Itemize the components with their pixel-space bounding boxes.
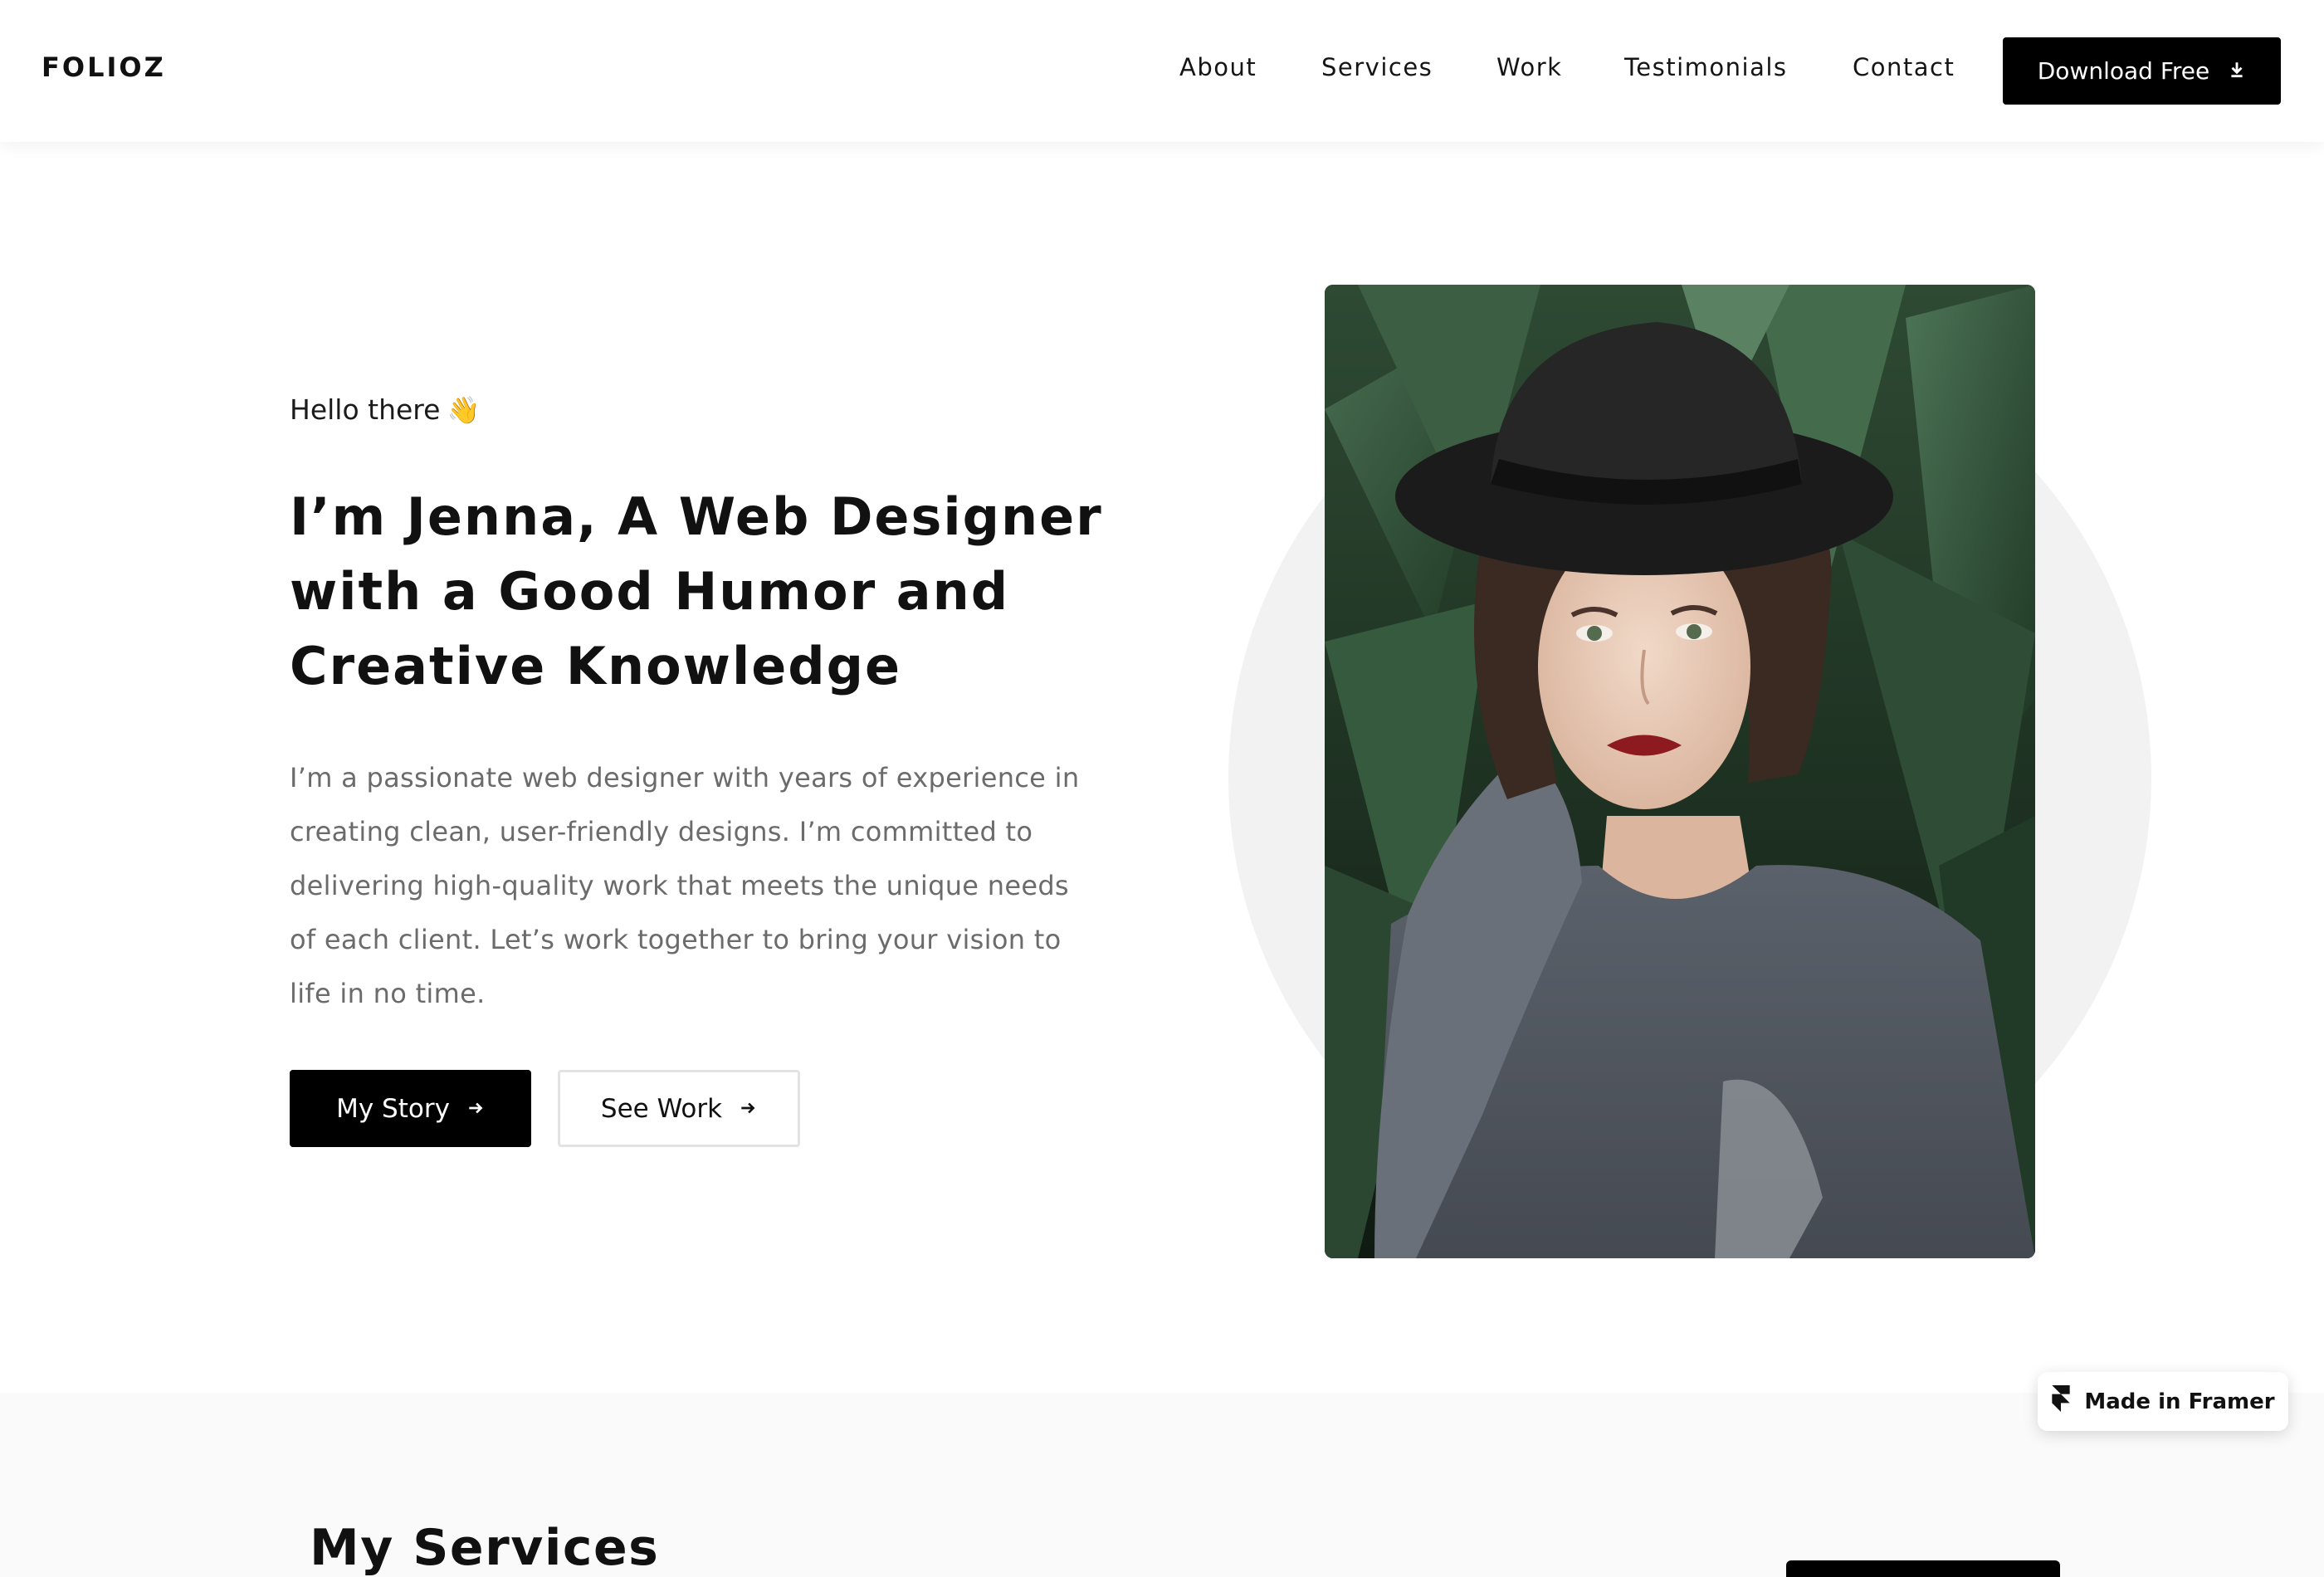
see-work-button[interactable]: See Work [558,1070,800,1147]
waving-hand-icon: 👋 [447,394,481,426]
nav-about[interactable]: About [1179,53,1257,81]
download-free-button[interactable]: Download Free [2003,37,2281,105]
bio-line: life in no time. [290,978,486,1009]
nav-work[interactable]: Work [1496,53,1562,81]
page: FOLIOZ About Services Work Testimonials … [0,0,2324,1577]
nav-testimonials[interactable]: Testimonials [1624,53,1788,81]
my-story-button[interactable]: My Story [290,1070,531,1147]
arrow-right-icon [739,1094,757,1124]
portrait-photo [1325,285,2035,1258]
bio-line: I’m a passionate web designer with years… [290,762,1080,793]
services-title: My Services [310,1519,660,1577]
see-work-label: See Work [600,1093,723,1124]
arrow-right-icon [466,1094,485,1124]
bio-line: creating clean, user-friendly designs. I… [290,816,1033,847]
download-icon [2228,57,2246,85]
headline-line: I’m Jenna, A Web Designer [290,486,1103,547]
my-story-label: My Story [336,1093,450,1124]
hero-headline: I’m Jenna, A Web Designer with a Good Hu… [290,480,1120,704]
greeting-text: Hello there [290,393,441,426]
nav-services[interactable]: Services [1321,53,1433,81]
made-in-framer-badge[interactable]: Made in Framer [2038,1372,2288,1431]
framer-badge-label: Made in Framer [2084,1389,2275,1414]
bio-line: of each client. Let’s work together to b… [290,924,1062,955]
greeting: Hello there 👋 [290,393,480,426]
logo[interactable]: FOLIOZ [42,51,166,83]
hero-bio: I’m a passionate web designer with years… [290,751,1103,1021]
nav-contact[interactable]: Contact [1853,53,1955,81]
download-button-label: Download Free [2037,57,2210,85]
headline-line: with a Good Humor and [290,561,1010,622]
site-header: FOLIOZ About Services Work Testimonials … [0,0,2324,142]
framer-logo-icon [2051,1385,2071,1418]
services-action-button[interactable] [1786,1560,2060,1577]
headline-line: Creative Knowledge [290,636,902,696]
bio-line: delivering high-quality work that meets … [290,870,1069,901]
